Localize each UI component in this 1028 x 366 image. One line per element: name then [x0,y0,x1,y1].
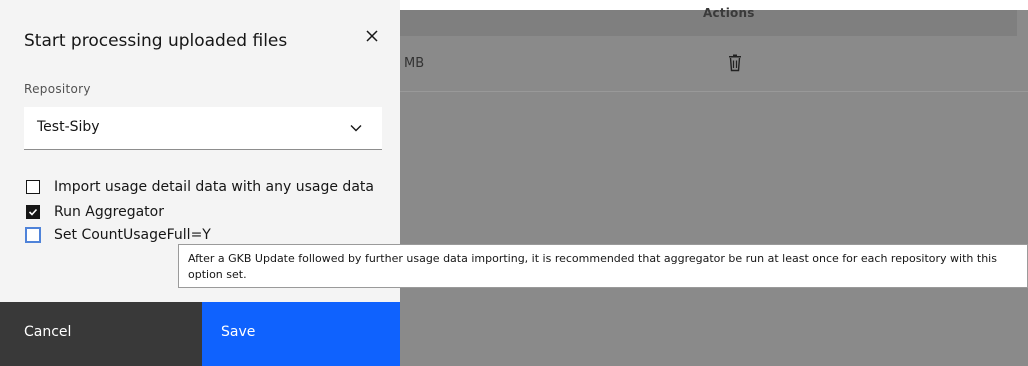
run-aggregator-label: Run Aggregator [54,204,164,220]
repository-label: Repository [24,82,91,96]
chevron-down-icon [350,125,362,132]
set-count-usage-full-checkbox-row[interactable]: Set CountUsageFull=Y [25,226,211,244]
import-usage-detail-checkbox-row[interactable]: Import usage detail data with any usage … [26,178,374,196]
actions-column-header: Actions [703,6,755,20]
set-count-usage-full-checkbox[interactable] [25,227,41,243]
count-usage-full-tooltip: After a GKB Update followed by further u… [178,244,1028,288]
modal-title: Start processing uploaded files [24,31,288,51]
table-header: Actions [400,6,1017,36]
run-aggregator-checkbox-row[interactable]: Run Aggregator [26,203,164,221]
checkmark-icon [28,208,38,216]
process-files-modal: Start processing uploaded files Reposito… [0,0,400,366]
table-row: MB [400,36,1028,92]
close-icon [366,30,378,42]
repository-select[interactable]: Test-Siby [24,107,382,150]
trash-icon[interactable] [727,54,743,72]
save-button[interactable]: Save [202,302,400,366]
cancel-button[interactable]: Cancel [0,302,202,366]
run-aggregator-checkbox[interactable] [26,205,40,219]
import-usage-detail-label: Import usage detail data with any usage … [54,179,374,195]
close-button[interactable] [358,22,386,50]
file-size-cell: MB [404,56,425,71]
import-usage-detail-checkbox[interactable] [26,180,40,194]
set-count-usage-full-label: Set CountUsageFull=Y [54,227,211,243]
repository-selected-value: Test-Siby [37,119,100,135]
